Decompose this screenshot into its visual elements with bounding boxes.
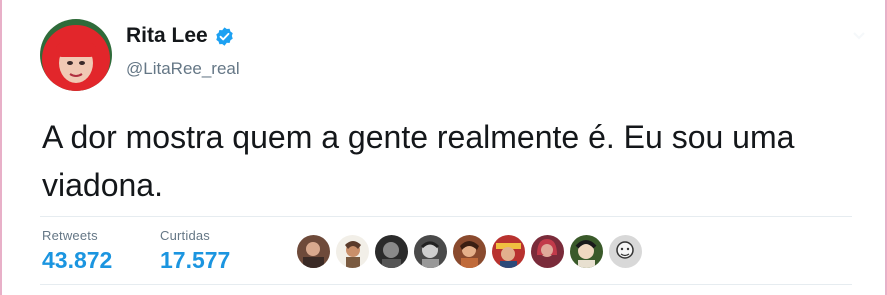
tweet-card: Rita Lee @LitaRee_real A dor mostra quem… (0, 0, 887, 295)
likes-label: Curtidas (160, 228, 211, 243)
user-handle[interactable]: @LitaRee_real (126, 59, 240, 79)
divider (40, 216, 852, 217)
liker-avatar-icon[interactable] (492, 235, 525, 268)
verified-badge-icon (214, 26, 235, 47)
liker-avatar-icon[interactable] (453, 235, 486, 268)
avatar-photo-icon (40, 19, 112, 91)
liker-avatar-icon[interactable] (609, 235, 642, 268)
liker-avatars (297, 235, 642, 268)
liker-avatar-icon[interactable] (297, 235, 330, 268)
liker-avatar-icon[interactable] (375, 235, 408, 268)
liker-avatar-icon[interactable] (531, 235, 564, 268)
chevron-down-icon[interactable] (852, 28, 866, 40)
retweets-stat[interactable]: Retweets 43.872 (42, 228, 112, 274)
user-avatar[interactable] (40, 19, 112, 91)
likes-stat[interactable]: Curtidas 17.577 (160, 228, 230, 274)
liker-avatar-icon[interactable] (336, 235, 369, 268)
liker-avatar-icon[interactable] (414, 235, 447, 268)
likes-count: 17.577 (160, 247, 231, 273)
retweets-label: Retweets (42, 228, 98, 243)
user-display-name[interactable]: Rita Lee (126, 24, 208, 48)
retweets-count: 43.872 (42, 247, 113, 273)
divider (40, 284, 852, 285)
user-name-row: Rita Lee (126, 24, 235, 48)
tweet-text: A dor mostra quem a gente realmente é. E… (42, 119, 795, 203)
liker-avatar-icon[interactable] (570, 235, 603, 268)
